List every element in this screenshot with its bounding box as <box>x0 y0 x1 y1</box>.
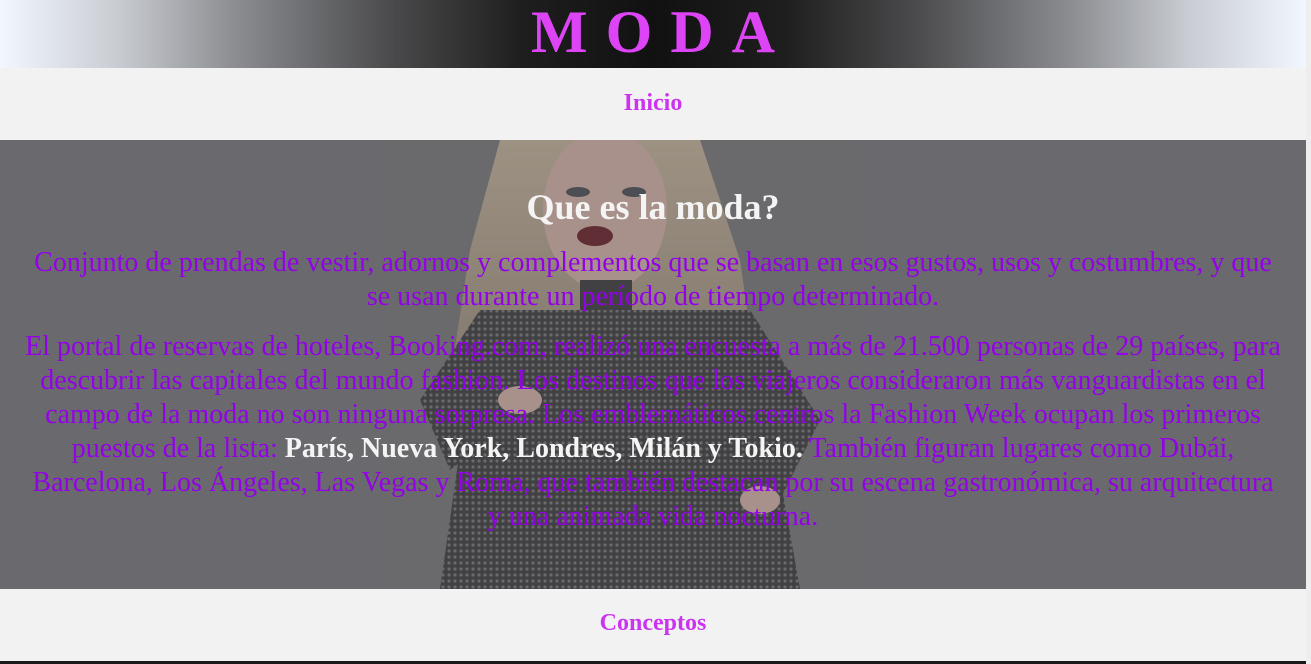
nav-bar-bottom: Conceptos <box>0 589 1306 661</box>
scrollbar[interactable] <box>1306 0 1311 664</box>
nav-link-conceptos[interactable]: Conceptos <box>600 610 707 637</box>
site-logo[interactable]: MODA <box>513 0 793 68</box>
hero-paragraph-capitals: El portal de reservas de hoteles, Bookin… <box>22 330 1284 534</box>
header-banner: MODA <box>0 0 1306 68</box>
nav-link-inicio[interactable]: Inicio <box>624 90 683 117</box>
capitals-bold-cities: París, Nueva York, Londres, Milán y Toki… <box>284 433 803 464</box>
hero-content: Que es la moda? Conjunto de prendas de v… <box>0 186 1306 534</box>
hero-heading: Que es la moda? <box>526 187 780 227</box>
page: MODA Inicio Que es la moda? Conjunto de … <box>0 0 1311 664</box>
hero-section: Que es la moda? Conjunto de prendas de v… <box>0 140 1306 589</box>
hero-paragraph-definition: Conjunto de prendas de vestir, adornos y… <box>34 247 1272 312</box>
nav-bar-top: Inicio <box>0 68 1306 140</box>
